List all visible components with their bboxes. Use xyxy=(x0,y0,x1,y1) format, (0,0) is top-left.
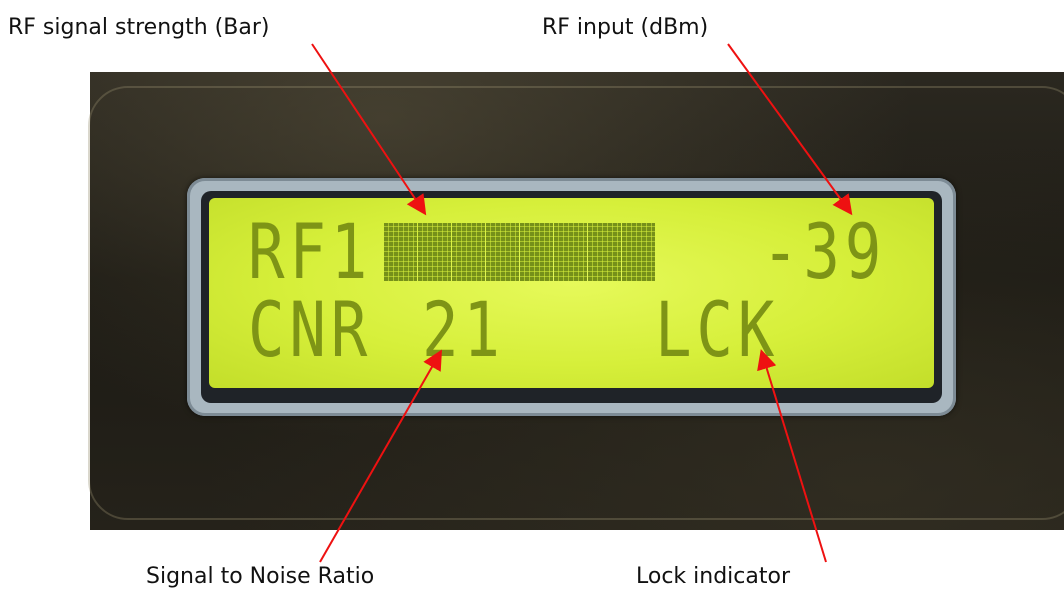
arrow-lock-indicator xyxy=(757,349,827,563)
arrow-rf-signal-strength xyxy=(311,43,427,216)
arrow-signal-to-noise-ratio xyxy=(319,349,442,563)
annotation-arrows xyxy=(311,43,853,563)
arrow-rf-input xyxy=(727,43,853,216)
